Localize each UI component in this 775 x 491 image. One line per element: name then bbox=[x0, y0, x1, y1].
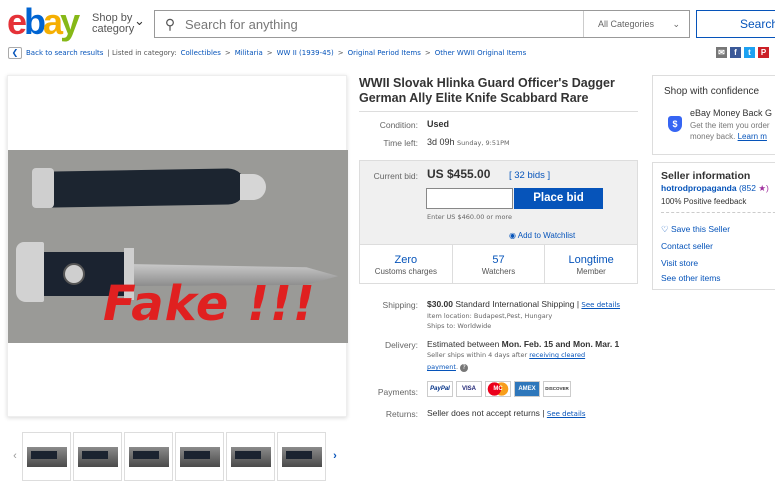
share-icons: ✉ f t P bbox=[716, 47, 769, 58]
shipping-label: Shipping: bbox=[382, 300, 418, 310]
bid-amount-input[interactable] bbox=[426, 188, 513, 209]
place-bid-button[interactable]: Place bid bbox=[514, 188, 603, 209]
seller-name-link[interactable]: hotrodpropaganda bbox=[661, 183, 737, 193]
feedback-score[interactable]: (852 bbox=[739, 183, 756, 193]
returns-label: Returns: bbox=[385, 409, 418, 419]
heart-icon: ♡ bbox=[661, 224, 669, 234]
eye-icon: ◉ bbox=[509, 231, 516, 240]
back-to-search-link[interactable]: Back to search results bbox=[26, 49, 103, 57]
bids-link[interactable]: [ 32 bids ] bbox=[509, 170, 550, 181]
visit-store-link[interactable]: Visit store bbox=[661, 258, 698, 268]
thumbnail[interactable] bbox=[124, 431, 173, 481]
breadcrumb-militaria[interactable]: Militaria bbox=[235, 49, 263, 57]
chevron-down-icon: ⌄ bbox=[134, 13, 145, 28]
feedback-star-icon: ★) bbox=[758, 183, 769, 193]
header: ebay Shop by category ⌄ ⚲ Search for any… bbox=[0, 0, 775, 44]
listing-title: WWII Slovak Hlinka Guard Officer's Dagge… bbox=[359, 76, 615, 105]
time-left-label: Time left: bbox=[383, 138, 418, 148]
chevron-down-icon: ⌄ bbox=[672, 19, 680, 29]
thumbnail[interactable] bbox=[277, 431, 326, 481]
time-left-value: 3d 09h Sunday, 9:51PM bbox=[427, 137, 510, 147]
breadcrumb-other-wwii[interactable]: Other WWII Original Items bbox=[435, 49, 527, 57]
money-back-title: eBay Money Back G bbox=[690, 108, 773, 118]
payment-methods: PayPal VISA MC AMEX DISCOVER bbox=[427, 381, 571, 397]
bid-hint: Enter US $460.00 or more bbox=[427, 213, 512, 221]
listed-in-label: | Listed in category: bbox=[107, 49, 177, 57]
add-to-watchlist-link[interactable]: ◉ Add to Watchlist bbox=[509, 231, 575, 240]
payments-label: Payments: bbox=[377, 387, 418, 397]
search-icon: ⚲ bbox=[164, 15, 176, 32]
shop-with-confidence-card: Shop with confidence $ eBay Money Back G… bbox=[652, 75, 775, 155]
delivery-value: Estimated between Mon. Feb. 15 and Mon. … bbox=[427, 339, 620, 349]
returns-details-link[interactable]: See details bbox=[547, 410, 586, 418]
current-bid-value: US $455.00 bbox=[427, 167, 491, 181]
see-other-items-link[interactable]: See other items bbox=[661, 273, 721, 283]
main-image-frame[interactable]: Fake !!! bbox=[7, 75, 348, 417]
thumbnail-strip: ‹ › bbox=[8, 429, 348, 483]
breadcrumb-original-period[interactable]: Original Period Items bbox=[348, 49, 421, 57]
breadcrumb-collectibles[interactable]: Collectibles bbox=[181, 49, 221, 57]
item-location: Item location: Budapest,Pest, Hungary bbox=[427, 312, 553, 320]
thumbnail[interactable] bbox=[22, 431, 71, 481]
save-seller-link[interactable]: ♡ Save this Seller bbox=[661, 224, 730, 235]
twitter-icon[interactable]: t bbox=[744, 47, 755, 58]
search-bar: ⚲ Search for anything All Categories ⌄ bbox=[154, 10, 690, 38]
search-button[interactable]: Search bbox=[696, 10, 775, 38]
condition-value: Used bbox=[427, 119, 450, 129]
mastercard-icon: MC bbox=[485, 381, 511, 397]
ebay-logo[interactable]: ebay bbox=[7, 4, 80, 40]
seller-heading: Seller information bbox=[661, 170, 751, 182]
confidence-heading: Shop with confidence bbox=[664, 86, 760, 97]
stat-watchers: 57 Watchers bbox=[453, 245, 546, 283]
stats-bar: Zero Customs charges 57 Watchers Longtim… bbox=[359, 244, 638, 284]
condition-label: Condition: bbox=[379, 120, 418, 130]
amex-icon: AMEX bbox=[514, 381, 540, 397]
facebook-icon[interactable]: f bbox=[730, 47, 741, 58]
fake-overlay-text: Fake !!! bbox=[103, 276, 316, 332]
positive-feedback: 100% Positive feedback bbox=[661, 197, 747, 206]
back-arrow-icon[interactable]: ❮ bbox=[8, 47, 22, 59]
help-icon[interactable]: ? bbox=[460, 364, 469, 372]
shipping-details-link[interactable]: See details bbox=[581, 301, 620, 309]
thumbnail[interactable] bbox=[226, 431, 275, 481]
delivery-label: Delivery: bbox=[384, 340, 418, 350]
ships-to: Ships to: Worldwide bbox=[427, 322, 492, 330]
thumb-next-arrow[interactable]: › bbox=[328, 450, 342, 462]
shop-by-category-button[interactable]: Shop by category ⌄ bbox=[92, 13, 145, 35]
category-select[interactable]: All Categories ⌄ bbox=[583, 11, 690, 37]
contact-seller-link[interactable]: Contact seller bbox=[661, 241, 713, 251]
thumbnail[interactable] bbox=[175, 431, 224, 481]
shipping-value: $30.00 Standard International Shipping |… bbox=[427, 299, 621, 309]
breadcrumb: ❮ Back to search results | Listed in cat… bbox=[8, 46, 708, 60]
visa-icon: VISA bbox=[456, 381, 482, 397]
pinterest-icon[interactable]: P bbox=[758, 47, 769, 58]
current-bid-label: Current bid: bbox=[373, 171, 418, 181]
delivery-note: Seller ships within 4 days after receivi… bbox=[427, 351, 586, 359]
breadcrumb-ww2[interactable]: WW II (1939-45) bbox=[277, 49, 334, 57]
learn-more-link[interactable]: Learn m bbox=[738, 132, 767, 141]
payment-link[interactable]: payment bbox=[427, 363, 456, 371]
money-back-shield-icon: $ bbox=[668, 116, 682, 132]
discover-icon: DISCOVER bbox=[543, 381, 571, 397]
thumb-prev-arrow[interactable]: ‹ bbox=[8, 450, 22, 462]
returns-value: Seller does not accept returns | See det… bbox=[427, 408, 586, 418]
stat-customs: Zero Customs charges bbox=[360, 245, 453, 283]
dagger-photo: Fake !!! bbox=[8, 150, 348, 343]
seller-information-card: Seller information hotrodpropaganda (852… bbox=[652, 162, 775, 290]
thumbnail[interactable] bbox=[73, 431, 122, 481]
email-icon[interactable]: ✉ bbox=[716, 47, 727, 58]
paypal-icon: PayPal bbox=[427, 381, 453, 397]
stat-member: Longtime Member bbox=[568, 254, 614, 276]
